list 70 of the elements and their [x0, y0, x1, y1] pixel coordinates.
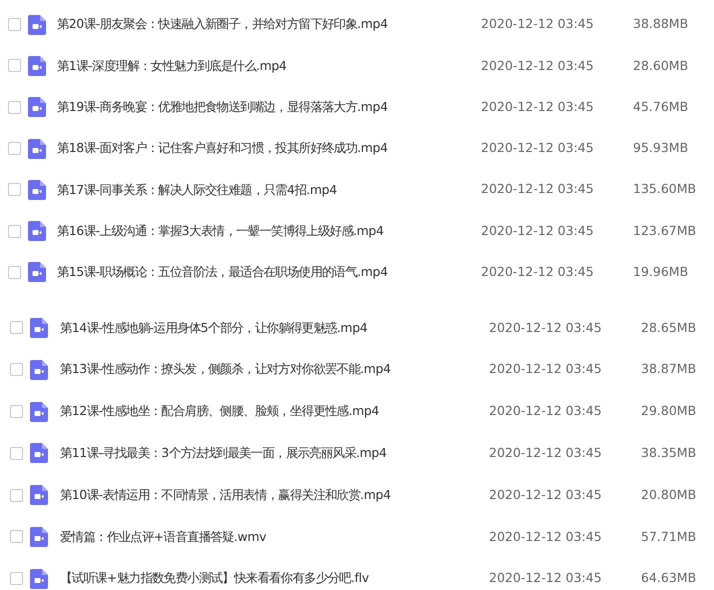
file-name[interactable]: 第14课-性感地躺-运用身体5个部分，让你躺得更魅惑.mp4: [60, 318, 489, 338]
file-date: 2020-12-12 03:45: [489, 318, 603, 337]
file-date: 2020-12-12 03:45: [481, 98, 595, 116]
file-size: 45.76MB: [633, 98, 688, 116]
checkbox[interactable]: [8, 266, 21, 279]
file-name[interactable]: 第10课-表情运用：不同情景，活用表情，赢得关注和欣赏.mp4: [60, 486, 489, 504]
file-date: 2020-12-12 03:45: [489, 486, 603, 504]
checkbox[interactable]: [10, 363, 23, 376]
file-date: 2020-12-12 03:45: [489, 569, 603, 588]
file-name[interactable]: 第13课-性感动作：撩头发，侧颜杀，让对方对你欲罢不能.mp4: [60, 360, 489, 380]
file-date: 2020-12-12 03:45: [489, 360, 603, 378]
video-file-icon: [30, 402, 48, 422]
file-size: 38.35MB: [641, 444, 696, 462]
video-file-icon: [30, 485, 48, 506]
video-file-icon: [30, 568, 48, 589]
file-name[interactable]: 【试听课+魅力指数免费小测试】快来看看你有多少分吧.flv: [60, 569, 489, 588]
video-file-icon: [28, 221, 46, 242]
checkbox[interactable]: [10, 405, 23, 418]
video-file-icon: [28, 180, 46, 200]
file-name[interactable]: 第11课-寻找最美：3个方法找到最美一面，展示亮丽风采.mp4: [60, 444, 489, 463]
video-file-icon: [28, 262, 46, 282]
video-file-icon: [30, 360, 48, 380]
file-size: 57.71MB: [641, 528, 696, 546]
file-size: 28.65MB: [641, 318, 696, 337]
file-date: 2020-12-12 03:45: [481, 139, 595, 158]
file-size: 123.67MB: [633, 222, 696, 240]
file-date: 2020-12-12 03:45: [489, 402, 603, 420]
file-size: 95.93MB: [633, 139, 688, 158]
file-size: 38.87MB: [641, 360, 696, 378]
checkbox[interactable]: [10, 321, 23, 334]
file-size: 29.80MB: [641, 402, 696, 420]
file-name[interactable]: 第16课-上级沟通：掌握3大表情，一颦一笑博得上级好感.mp4: [57, 222, 481, 240]
file-name[interactable]: 第1课-深度理解：女性魅力到底是什么.mp4: [57, 56, 481, 76]
file-date: 2020-12-12 03:45: [481, 15, 595, 34]
file-name[interactable]: 爱情篇：作业点评+语音直播答疑.wmv: [60, 528, 489, 546]
file-name[interactable]: 第20课-朋友聚会：快速融入新圈子，并给对方留下好印象.mp4: [57, 15, 481, 34]
file-size: 38.88MB: [633, 15, 688, 34]
file-size: 64.63MB: [641, 569, 696, 588]
checkbox[interactable]: [10, 530, 23, 544]
checkbox[interactable]: [8, 100, 21, 114]
file-size: 20.80MB: [641, 486, 696, 504]
checkbox[interactable]: [10, 446, 23, 460]
checkbox[interactable]: [8, 142, 21, 156]
file-date: 2020-12-12 03:45: [481, 263, 595, 282]
checkbox[interactable]: [8, 183, 21, 196]
file-size: 19.96MB: [633, 263, 688, 282]
checkbox[interactable]: [8, 18, 21, 32]
checkbox[interactable]: [10, 488, 23, 502]
checkbox[interactable]: [8, 224, 21, 238]
video-file-icon: [28, 97, 46, 118]
file-name[interactable]: 第17课-同事关系：解决人际交往难题，只需4招.mp4: [57, 180, 481, 200]
video-file-icon: [30, 318, 48, 338]
file-name[interactable]: 第19课-商务晚宴：优雅地把食物送到嘴边，显得落落大方.mp4: [57, 98, 481, 117]
video-file-icon: [30, 526, 48, 547]
checkbox[interactable]: [10, 572, 23, 586]
video-file-icon: [30, 443, 48, 464]
file-size: 28.60MB: [633, 56, 688, 75]
video-file-icon: [28, 14, 46, 35]
file-date: 2020-12-12 03:45: [481, 180, 595, 198]
file-name[interactable]: 第12课-性感地坐：配合肩膀、侧腰、脸颊，坐得更性感.mp4: [60, 402, 489, 421]
video-file-icon: [28, 138, 46, 159]
file-date: 2020-12-12 03:45: [489, 444, 603, 462]
file-date: 2020-12-12 03:45: [489, 528, 603, 546]
file-name[interactable]: 第15课-职场概论：五位音阶法，最适合在职场使用的语气.mp4: [57, 263, 481, 282]
file-date: 2020-12-12 03:45: [481, 222, 595, 240]
file-date: 2020-12-12 03:45: [481, 56, 595, 75]
file-name[interactable]: 第18课-面对客户：记住客户喜好和习惯，投其所好终成功.mp4: [57, 139, 481, 158]
video-file-icon: [28, 56, 46, 76]
checkbox[interactable]: [8, 59, 21, 72]
file-size: 135.60MB: [633, 180, 696, 198]
